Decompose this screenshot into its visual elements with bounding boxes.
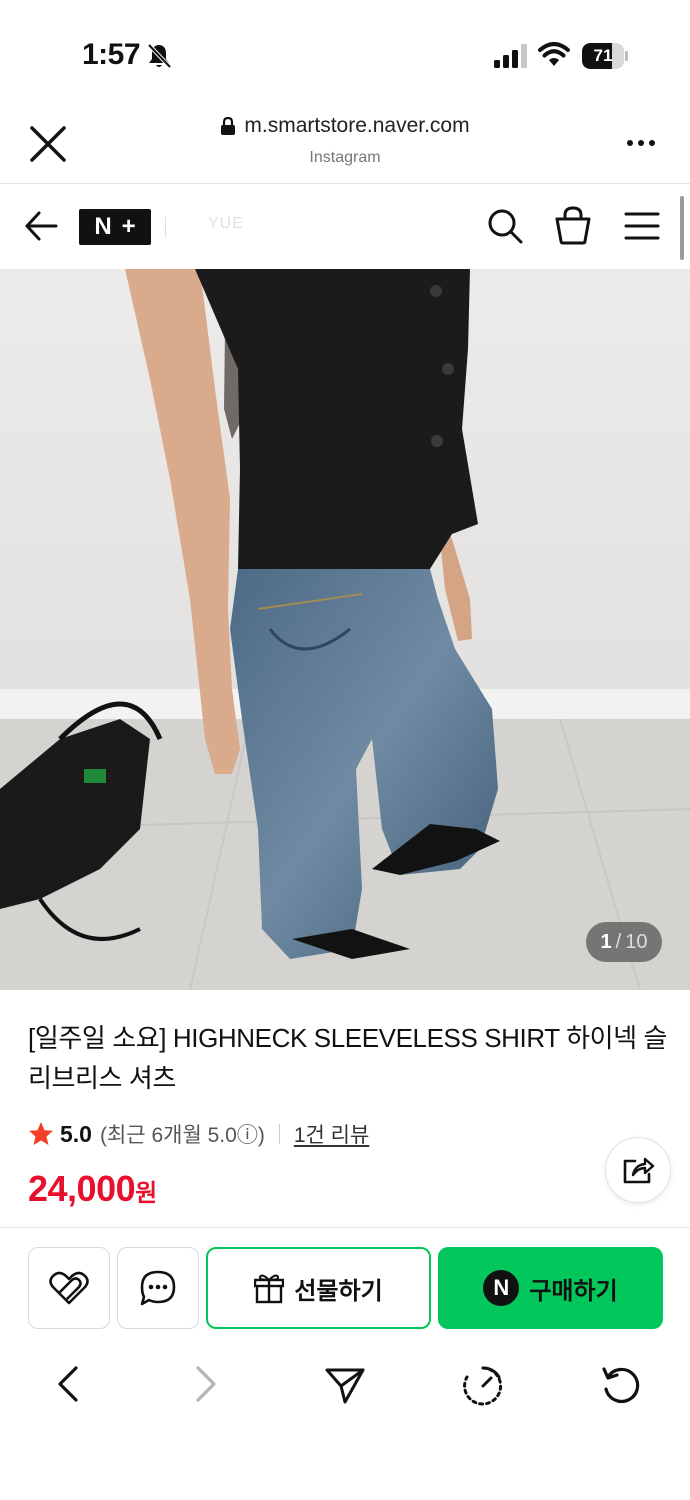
- image-counter-total: 10: [625, 930, 648, 953]
- product-title: [일주일 소요] HIGHNECK SLEEVELESS SHIRT 하이넥 슬…: [28, 1023, 668, 1093]
- info-icon[interactable]: ⓘ: [237, 1124, 258, 1147]
- search-icon[interactable]: [486, 207, 524, 245]
- nav-divider: [165, 217, 166, 237]
- menu-icon[interactable]: [624, 211, 660, 241]
- buy-label: 구매하기: [529, 1277, 618, 1305]
- store-nav: N + YUE: [0, 185, 690, 269]
- reload-icon[interactable]: [600, 1365, 642, 1407]
- star-icon: [29, 1122, 53, 1145]
- logo-letter-plus: +: [121, 213, 136, 240]
- image-counter: 1 / 10: [586, 922, 662, 962]
- recent-rating: (최근 6개월 5.0ⓘ): [99, 1124, 265, 1147]
- timer-icon[interactable]: [462, 1365, 504, 1407]
- gift-button[interactable]: 선물하기: [206, 1247, 431, 1329]
- rating-divider: [278, 1124, 280, 1144]
- favorite-button[interactable]: [28, 1247, 110, 1329]
- bell-slash-icon: [147, 43, 172, 69]
- gift-icon: [254, 1274, 285, 1304]
- review-count-link[interactable]: 1건 리뷰: [294, 1119, 369, 1149]
- gift-label: 선물하기: [294, 1277, 383, 1305]
- purchase-action-bar: 선물하기 N 구매하기: [0, 1227, 690, 1345]
- chat-bubble-icon: [140, 1270, 176, 1306]
- product-photo-illustration: [0, 269, 690, 990]
- wifi-icon: [538, 42, 570, 66]
- scrollbar-thumb[interactable]: [680, 196, 684, 260]
- url-text: m.smartstore.naver.com: [244, 114, 470, 137]
- image-counter-separator: /: [615, 930, 622, 953]
- battery-icon: 71: [582, 43, 628, 69]
- url-source: Instagram: [309, 149, 381, 166]
- store-name[interactable]: YUE: [208, 215, 244, 233]
- cellular-signal-icon: [494, 44, 527, 68]
- price-currency: 원: [135, 1180, 157, 1207]
- buy-button[interactable]: N 구매하기: [438, 1247, 663, 1329]
- talk-button[interactable]: [117, 1247, 199, 1329]
- price-amount: 24,000: [28, 1168, 136, 1209]
- naver-pay-badge: N: [483, 1270, 520, 1306]
- product-image[interactable]: [0, 269, 690, 990]
- logo-letter-n: N: [94, 213, 112, 240]
- heart-link-icon: [49, 1271, 89, 1305]
- browser-header: m.smartstore.naver.com Instagram: [0, 100, 690, 184]
- url-display[interactable]: m.smartstore.naver.com Instagram: [0, 114, 690, 167]
- shopping-bag-icon[interactable]: [554, 205, 592, 245]
- share-icon: [623, 1157, 655, 1184]
- browser-toolbar: [0, 1345, 690, 1425]
- rating-score: 5.0: [60, 1120, 92, 1147]
- back-icon[interactable]: [54, 1365, 82, 1403]
- more-dots-icon[interactable]: [626, 138, 656, 148]
- back-arrow-icon[interactable]: [24, 209, 58, 243]
- rating-row: 5.0 (최근 6개월 5.0ⓘ) 1건 리뷰: [28, 1118, 369, 1150]
- status-time: 1:57: [82, 38, 141, 71]
- image-counter-current: 1: [600, 930, 612, 953]
- naver-plus-logo[interactable]: N +: [79, 209, 151, 245]
- status-bar: 1:57 71: [0, 0, 690, 100]
- share-button[interactable]: [605, 1137, 671, 1203]
- forward-icon[interactable]: [192, 1365, 220, 1403]
- battery-percent: 71: [593, 46, 613, 65]
- send-icon[interactable]: [324, 1365, 366, 1405]
- product-price: 24,000원: [28, 1168, 157, 1210]
- lock-icon: [221, 116, 236, 135]
